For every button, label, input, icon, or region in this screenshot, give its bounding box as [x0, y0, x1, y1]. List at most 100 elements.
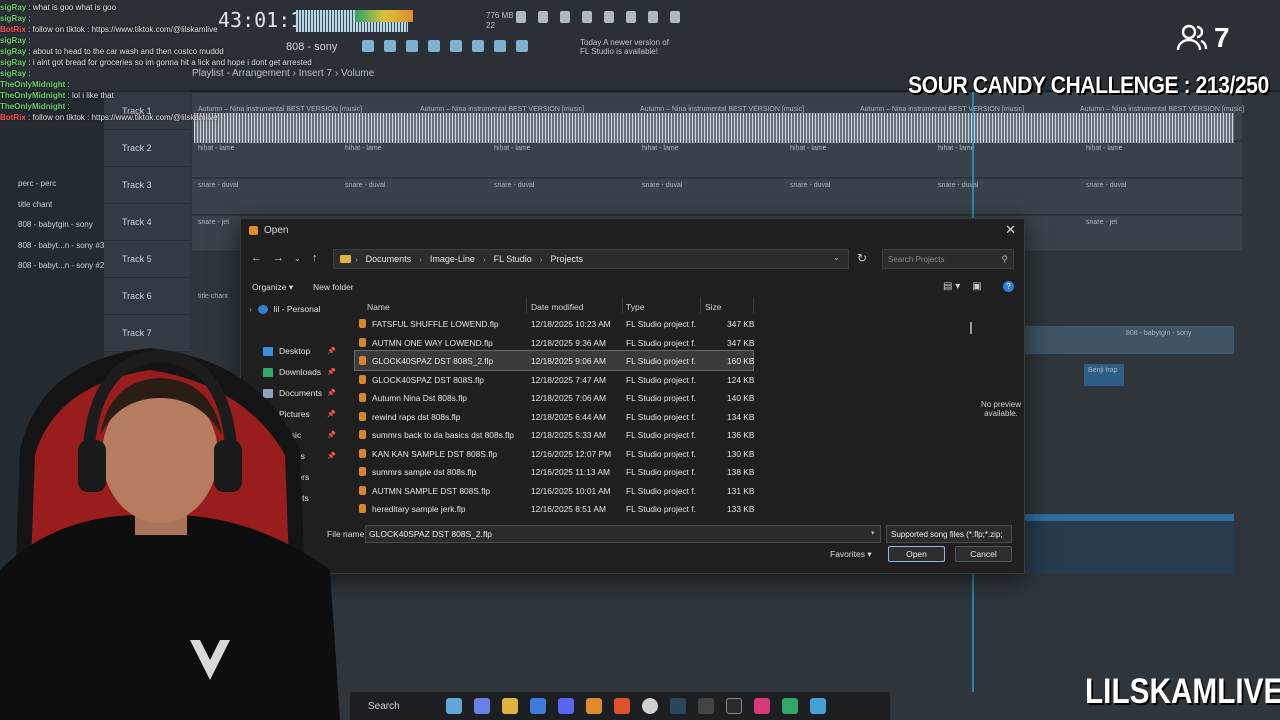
refresh-icon[interactable]: ↻: [857, 251, 867, 265]
file-row[interactable]: Autumn Nina Dst 808s.flp 12/18/2025 7:06 …: [355, 388, 754, 407]
help-icon[interactable]: ?: [1003, 281, 1014, 292]
column-divider[interactable]: [622, 297, 623, 313]
file-row[interactable]: summrs back to da basics dst 808s.flp 12/…: [355, 425, 754, 444]
playlist-icon[interactable]: [362, 40, 374, 52]
file-date: 12/18/2025 5:33 AM: [531, 430, 606, 440]
file-row[interactable]: AUTMN SAMPLE DST 808S.flp 12/16/2025 10:0…: [355, 481, 754, 500]
fl-studio-icon[interactable]: [586, 698, 602, 714]
expand-chevron-icon[interactable]: ›: [249, 305, 252, 314]
column-header-size[interactable]: Size: [705, 302, 722, 312]
track-header[interactable]: Track 6: [104, 278, 190, 315]
back-arrow-icon[interactable]: ←: [251, 252, 262, 264]
favorites-button[interactable]: Favorites ▾: [830, 549, 872, 560]
mixer-icon[interactable]: [626, 11, 636, 23]
browser-item[interactable]: 808 - babyt...n - sony #3: [18, 236, 104, 257]
tempo-icon[interactable]: [494, 40, 506, 52]
4k-downloader-icon[interactable]: [726, 698, 742, 714]
forward-arrow-icon[interactable]: →: [273, 252, 284, 264]
file-row-selected[interactable]: GLOCK40SPAZ DST 808S_2.flp 12/18/2025 9:0…: [354, 350, 754, 371]
automation-clip[interactable]: [1022, 514, 1234, 574]
cut-icon[interactable]: [538, 11, 548, 23]
preview-pane-icon[interactable]: ▣: [972, 281, 981, 292]
breadcrumb-image-line[interactable]: Image-Line: [430, 254, 475, 264]
steam-icon[interactable]: [670, 698, 686, 714]
column-header-name[interactable]: Name: [367, 302, 390, 312]
view-list-icon[interactable]: ▤ ▾: [943, 281, 960, 292]
taskbar-search[interactable]: Search: [368, 701, 440, 712]
app-icon[interactable]: [698, 698, 714, 714]
file-type-filter[interactable]: Supported song files (*.flp;*.zip;: [886, 525, 1012, 543]
pattern-selector[interactable]: 808 - sony: [286, 41, 337, 53]
piano-roll-icon[interactable]: [384, 40, 396, 52]
record-icon[interactable]: [516, 40, 528, 52]
file-row[interactable]: summrs sample dst 808s.flp 12/16/2025 11:…: [355, 462, 754, 481]
browser-item[interactable]: title chant: [18, 195, 104, 216]
track-header[interactable]: Track 3: [104, 167, 190, 204]
update-notice[interactable]: Today A newer version of FL Studio is av…: [580, 38, 670, 56]
track-header[interactable]: Track 4: [104, 204, 190, 241]
clip-label: snare - duval: [790, 182, 831, 189]
new-folder-button[interactable]: New folder: [313, 282, 354, 292]
file-name-input[interactable]: GLOCK40SPAZ DST 808S_2.flp: [365, 525, 881, 543]
file-name-dropdown-icon[interactable]: ▾: [871, 529, 875, 537]
chat-message: sigRay : about to head to the car wash a…: [0, 47, 224, 56]
browser-item[interactable]: 808 - babyt...n - sony #2: [18, 256, 104, 277]
copilot-icon[interactable]: [474, 698, 490, 714]
file-row[interactable]: hereditary sample jerk.flp 12/16/2025 8:5…: [355, 499, 754, 518]
file-row[interactable]: AUTMN ONE WAY LOWEND.flp 12/18/2025 9:36 …: [355, 333, 754, 352]
save-icon[interactable]: [604, 11, 614, 23]
cpu-icon[interactable]: [516, 11, 526, 23]
chat-icon[interactable]: [648, 11, 658, 23]
plugin-icon[interactable]: [472, 40, 484, 52]
browser-item[interactable]: perc - perc: [18, 174, 104, 195]
file-row[interactable]: FATSFUL SHUFFLE LOWEND.flp 12/18/2025 10:…: [355, 314, 754, 333]
column-divider[interactable]: [526, 297, 527, 313]
column-divider[interactable]: [753, 297, 754, 313]
channel-rack-icon[interactable]: [428, 40, 440, 52]
breadcrumb-fl-studio[interactable]: FL Studio: [494, 254, 532, 264]
up-arrow-icon[interactable]: ↑: [312, 252, 318, 264]
discord-icon[interactable]: [558, 698, 574, 714]
download-icon[interactable]: [670, 11, 680, 23]
audio-clip-waveform[interactable]: [194, 113, 1234, 143]
track-header[interactable]: Track 5: [104, 241, 190, 278]
column-divider[interactable]: [700, 297, 701, 313]
file-row[interactable]: KAN KAN SAMPLE DST 808S.flp 12/16/2025 12…: [355, 444, 754, 463]
window-shortcut-icons[interactable]: [362, 40, 528, 52]
address-bar[interactable]: › Documents › Image-Line › FL Studio › P…: [333, 249, 849, 269]
recent-locations-chevron-icon[interactable]: ⌄: [294, 254, 301, 263]
instagram-icon[interactable]: [754, 698, 770, 714]
browser-icon[interactable]: [450, 40, 462, 52]
organize-button[interactable]: Organize ▾: [252, 282, 293, 293]
view-controls[interactable]: ▤ ▾ ▣: [943, 281, 982, 292]
close-icon[interactable]: ✕: [1005, 222, 1016, 238]
column-header-type[interactable]: Type: [626, 302, 644, 312]
widgets-icon[interactable]: [446, 698, 462, 714]
app-icon[interactable]: [782, 698, 798, 714]
breadcrumb-projects[interactable]: Projects: [550, 254, 583, 264]
store-icon[interactable]: [530, 698, 546, 714]
browser-item[interactable]: 808 - babytgin - sony: [18, 215, 104, 236]
search-input[interactable]: Search Projects ⚲: [882, 249, 1014, 269]
help-icon[interactable]: [582, 11, 592, 23]
address-dropdown-icon[interactable]: ⌄: [833, 253, 840, 262]
file-row[interactable]: GLOCK40SPAZ DST 808S.flp 12/18/2025 7:47 …: [355, 370, 754, 389]
cancel-button[interactable]: Cancel: [955, 546, 1012, 562]
chat-message: TheOnlyMidnight : lol i like that: [0, 91, 114, 100]
breadcrumb-documents[interactable]: Documents: [366, 254, 412, 264]
file-date: 12/18/2025 7:06 AM: [531, 393, 606, 403]
open-button[interactable]: Open: [888, 546, 945, 562]
mixer-window-icon[interactable]: [406, 40, 418, 52]
fl-toolbar-icons[interactable]: [516, 11, 680, 23]
clip-label: Autumn – Nina instrumental BEST VERSION …: [640, 106, 805, 113]
column-header-date[interactable]: Date modified: [531, 302, 583, 312]
mic-icon[interactable]: [560, 11, 570, 23]
track-header[interactable]: Track 2: [104, 130, 190, 167]
obs-icon[interactable]: [642, 698, 658, 714]
file-list-scrollbar[interactable]: [970, 322, 972, 334]
file-explorer-icon[interactable]: [502, 698, 518, 714]
file-row[interactable]: rewind raps dst 808s.flp 12/18/2025 6:44 …: [355, 407, 754, 426]
nav-item-onedrive[interactable]: › lil - Personal: [249, 304, 320, 314]
brave-icon[interactable]: [614, 698, 630, 714]
notepad-icon[interactable]: [810, 698, 826, 714]
